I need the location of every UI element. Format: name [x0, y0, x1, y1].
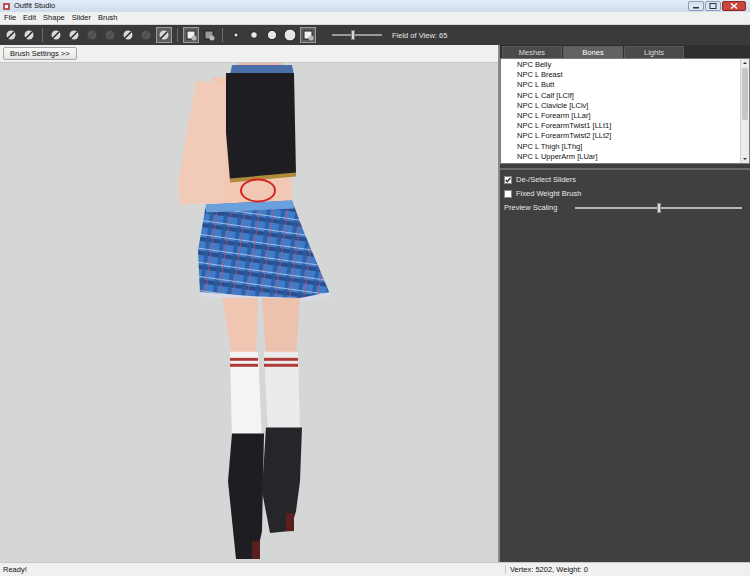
- app-icon: [2, 2, 11, 11]
- toolbar-button[interactable]: [282, 27, 298, 43]
- tool-icon: [139, 28, 153, 42]
- toolbar-button[interactable]: [138, 27, 154, 43]
- toolbar: Field of View: 65: [0, 25, 750, 45]
- menu-item[interactable]: File: [4, 13, 16, 23]
- status-bar: Ready!Vertex: 5202, Weight: 0: [0, 562, 750, 576]
- menu-item[interactable]: Brush: [98, 13, 118, 23]
- toolbar-button[interactable]: [48, 27, 64, 43]
- toggle-icon: [202, 28, 216, 42]
- toolbar-button[interactable]: [120, 27, 136, 43]
- bone-item[interactable]: NPC L UpperArm [LUar]: [501, 152, 740, 162]
- tool-icon: [157, 28, 171, 42]
- tool-icon: [121, 28, 135, 42]
- slider-thumb[interactable]: [657, 203, 661, 213]
- bone-item[interactable]: NPC L ForearmTwist1 [LLt1]: [501, 121, 740, 131]
- slider-track: [332, 34, 382, 36]
- checkbox-row[interactable]: Fixed Weight Brush: [504, 188, 746, 199]
- maximize-icon[interactable]: [705, 1, 721, 11]
- menu-bar: File Edit Shape Slider Brush: [0, 12, 750, 25]
- scroll-down-icon[interactable]: [741, 155, 749, 163]
- bone-list: NPC BellyNPC L BreastNPC L ButtNPC L Cal…: [500, 58, 750, 164]
- outfit-studio-window: Outfit Studio File Edit Shape Slider Brush Fie…: [0, 0, 750, 576]
- scroll-thumb[interactable]: [742, 68, 748, 120]
- toolbar-button[interactable]: [300, 27, 316, 43]
- scrollbar[interactable]: [740, 59, 749, 163]
- menu-item[interactable]: Shape: [43, 13, 65, 23]
- brush-settings-bar: Brush Settings >>: [0, 45, 498, 63]
- checkbox-label: De-/Select Sliders: [516, 175, 576, 185]
- menu-item[interactable]: Slider: [72, 13, 91, 23]
- toolbar-button[interactable]: [228, 27, 244, 43]
- bone-item[interactable]: NPC L Calf [LClf]: [501, 91, 740, 101]
- tool-icon: [85, 28, 99, 42]
- brush-settings-button[interactable]: Brush Settings >>: [3, 47, 77, 60]
- tool-icon: [103, 28, 117, 42]
- tool-icon: [67, 28, 81, 42]
- options-panel: De-/Select Sliders Fixed Weight Brush Prev…: [500, 168, 750, 562]
- tab[interactable]: Meshes: [502, 46, 562, 58]
- preview-scaling-slider[interactable]: [575, 202, 742, 214]
- slider-label: Preview Scaling: [504, 203, 557, 213]
- close-icon[interactable]: [722, 1, 746, 11]
- minimize-icon[interactable]: [688, 1, 704, 11]
- side-panel: MeshesBonesLightsNPC BellyNPC L BreastNP…: [500, 45, 750, 562]
- toolbar-button[interactable]: [21, 27, 37, 43]
- bone-item[interactable]: NPC L Butt: [501, 80, 740, 90]
- toggle-icon: [184, 28, 198, 42]
- tab[interactable]: Bones: [563, 46, 623, 58]
- toolbar-button[interactable]: [102, 27, 118, 43]
- brush-size-icon: [265, 28, 279, 42]
- toolbar-button[interactable]: [246, 27, 262, 43]
- toolbar-separator: [177, 28, 178, 42]
- bone-item[interactable]: NPC Belly: [501, 60, 740, 70]
- toolbar-button[interactable]: [84, 27, 100, 43]
- scroll-up-icon[interactable]: [741, 59, 749, 67]
- menu-item[interactable]: Edit: [23, 13, 36, 23]
- toolbar-separator: [222, 28, 223, 42]
- toolbar-button[interactable]: [3, 27, 19, 43]
- checkbox-icon[interactable]: [504, 190, 512, 198]
- bone-item[interactable]: NPC L Forearm [LLar]: [501, 111, 740, 121]
- toolbar-button[interactable]: [183, 27, 199, 43]
- bone-item[interactable]: NPC L ForearmTwist2 [LLt2]: [501, 131, 740, 141]
- tool-icon: [4, 28, 18, 42]
- slider-thumb[interactable]: [351, 30, 355, 40]
- status-message: Ready!: [0, 565, 506, 574]
- viewport-pane: Brush Settings >>: [0, 45, 498, 562]
- checkbox-label: Fixed Weight Brush: [516, 189, 581, 199]
- toolbar-button[interactable]: [156, 27, 172, 43]
- bone-item[interactable]: NPC L Thigh [LThg]: [501, 142, 740, 152]
- model-figure: [0, 63, 498, 562]
- title-bar: Outfit Studio: [0, 0, 750, 12]
- field-of-view-slider[interactable]: [332, 29, 382, 41]
- bone-item[interactable]: NPC L Clavicle [LClv]: [501, 101, 740, 111]
- main-area: Brush Settings >>MeshesBonesLightsNPC Be…: [0, 45, 750, 562]
- toolbar-separator: [42, 28, 43, 42]
- toggle-icon: [301, 28, 315, 42]
- brush-size-icon: [229, 28, 243, 42]
- toolbar-button[interactable]: [201, 27, 217, 43]
- 3d-viewport[interactable]: [0, 63, 498, 562]
- tool-icon: [22, 28, 36, 42]
- tab[interactable]: Lights: [624, 46, 684, 58]
- checkbox-icon[interactable]: [504, 176, 512, 184]
- toolbar-button[interactable]: [66, 27, 82, 43]
- tab-bar: MeshesBonesLights: [500, 45, 750, 58]
- brush-size-icon: [247, 28, 261, 42]
- field-of-view-label: Field of View: 65: [392, 31, 447, 40]
- checkbox-row[interactable]: De-/Select Sliders: [504, 174, 746, 185]
- window-title: Outfit Studio: [14, 1, 55, 11]
- vertex-readout: Vertex: 5202, Weight: 0: [506, 565, 588, 574]
- brush-size-icon: [283, 28, 297, 42]
- bone-item[interactable]: NPC L Breast: [501, 70, 740, 80]
- tool-icon: [49, 28, 63, 42]
- slider-row: Preview Scaling: [504, 202, 746, 214]
- toolbar-button[interactable]: [264, 27, 280, 43]
